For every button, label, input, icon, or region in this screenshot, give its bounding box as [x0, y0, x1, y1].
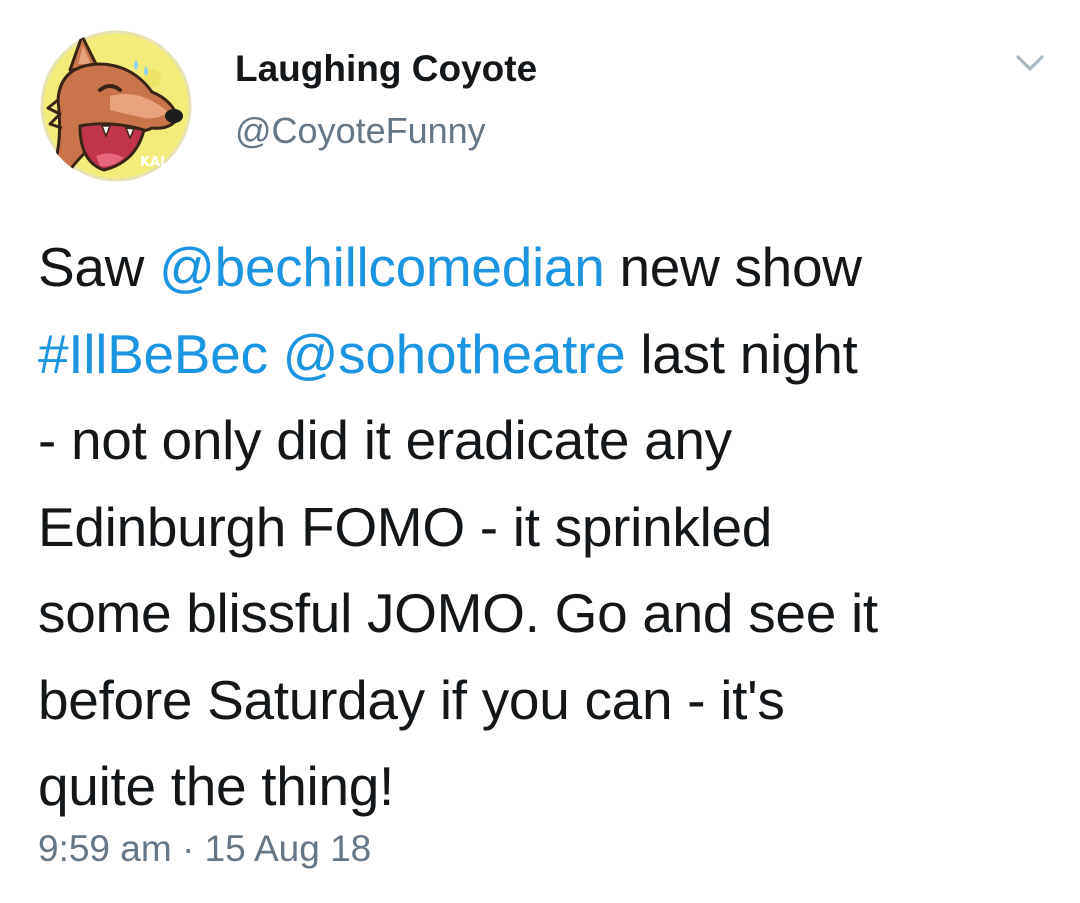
- mention-link[interactable]: @bechillcomedian: [159, 236, 605, 298]
- tweet-timestamp[interactable]: 9:59 am · 15 Aug 18: [38, 828, 371, 870]
- tweet-date: 15 Aug 18: [204, 828, 372, 869]
- tweet-text-segment: new show: [604, 236, 862, 298]
- tweet-text-segment: Edinburgh FOMO - it sprinkled: [38, 495, 773, 558]
- tweet-text-line: Edinburgh FOMO - it sprinkled: [38, 484, 1058, 571]
- tweet-text-segment: Saw: [38, 236, 160, 298]
- tweet-time: 9:59 am: [38, 828, 172, 869]
- avatar-lettering: KAL: [140, 155, 168, 170]
- tweet-text-segment: - not only did it eradicate any: [38, 409, 732, 471]
- mention-link[interactable]: @sohotheatre: [283, 323, 626, 385]
- tweet-text-line: Saw @bechillcomedian new show: [38, 224, 1058, 311]
- tweet-text-line: some blissful JOMO. Go and see it: [38, 570, 1058, 657]
- tweet-text-line: #IllBeBec @sohotheatre last night: [38, 311, 1058, 398]
- meta-separator: ·: [181, 828, 195, 869]
- tweet-text-line: - not only did it eradicate any: [38, 397, 1058, 484]
- avatar[interactable]: KAL: [40, 30, 192, 182]
- author-name[interactable]: Laughing Coyote: [235, 48, 537, 90]
- more-options-button[interactable]: [1010, 48, 1050, 78]
- chevron-down-icon: [1016, 55, 1044, 71]
- author-handle[interactable]: @CoyoteFunny: [235, 110, 486, 152]
- tweet-text-line: quite the thing!: [38, 743, 1058, 830]
- tweet-text: Saw @bechillcomedian new show #IllBeBec @…: [38, 224, 1058, 830]
- tweet-text-segment: quite the thing!: [38, 755, 395, 817]
- tweet-text-segment: some blissful JOMO. Go and see it: [38, 582, 878, 644]
- tweet-text-segment: last night: [625, 322, 858, 385]
- laughing-coyote-avatar: KAL: [40, 30, 192, 182]
- hashtag-link[interactable]: #IllBeBec: [38, 323, 268, 385]
- tweet-card: KAL Laughing Coyote @CoyoteFunny Saw @be…: [0, 0, 1080, 903]
- tweet-text-line: before Saturday if you can - it's: [38, 657, 1058, 744]
- tweet-text-segment: before Saturday if you can - it's: [38, 668, 785, 731]
- tweet-text-segment: [268, 323, 283, 385]
